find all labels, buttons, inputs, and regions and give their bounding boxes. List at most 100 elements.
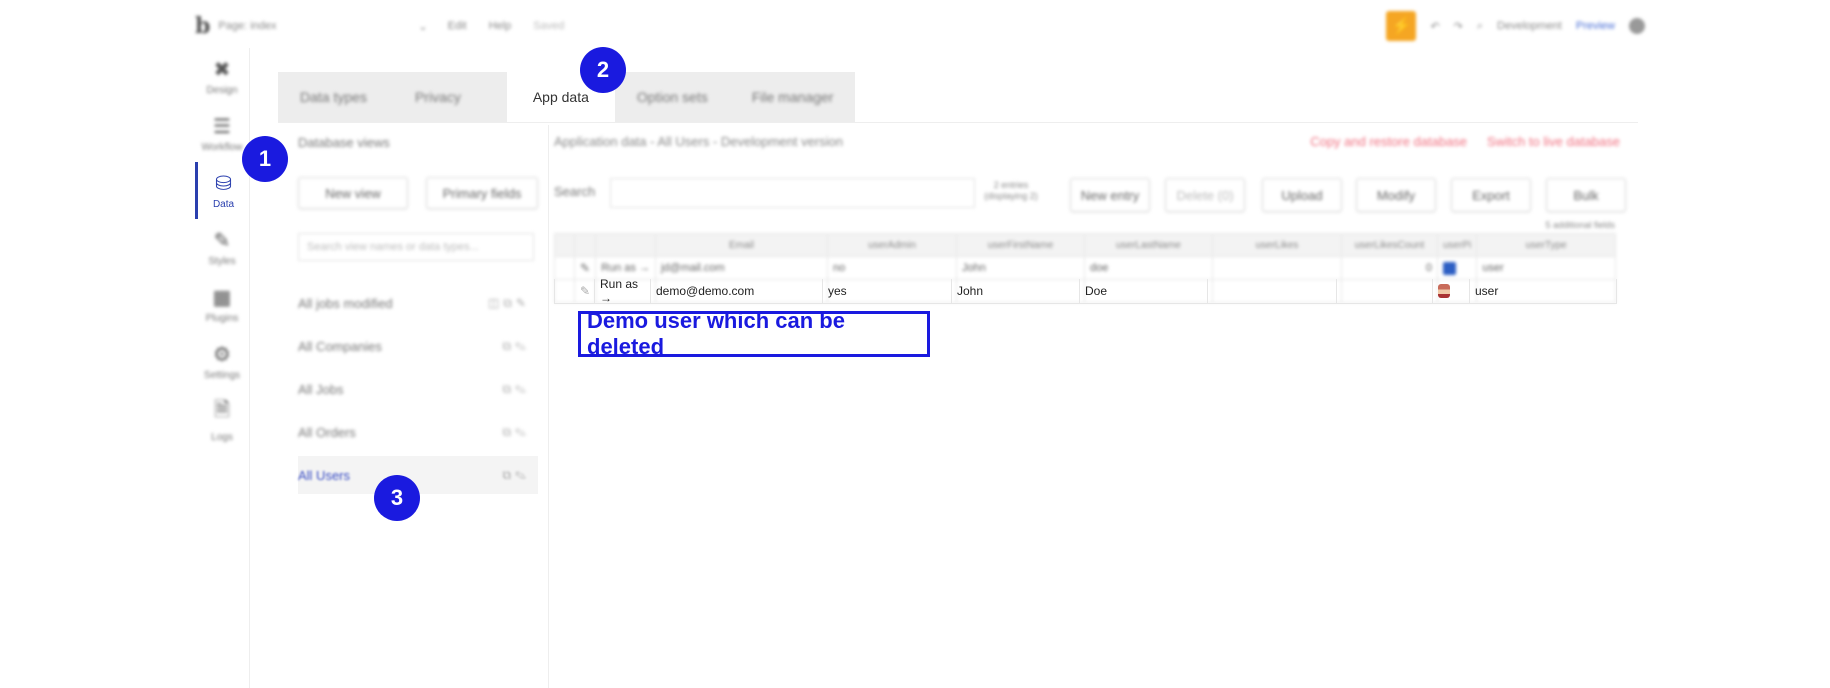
new-view-button[interactable]: New view xyxy=(298,177,408,209)
chevron-down-icon[interactable]: ⌄ xyxy=(418,20,427,33)
view-item[interactable]: All Orders ⧉✎ xyxy=(298,413,538,451)
view-actions-icon[interactable]: ⧉✎ xyxy=(502,425,530,440)
cell-first-name[interactable]: John xyxy=(955,256,1085,280)
switch-live-link[interactable]: Switch to live database xyxy=(1487,134,1620,149)
top-bar: b Page: index ⌄ Edit Help Saved ⚡ ↶ ↷ ⌕ … xyxy=(195,10,1645,42)
edit-menu[interactable]: Edit xyxy=(448,20,467,32)
cell-likes[interactable] xyxy=(1208,279,1337,303)
column-header[interactable]: userAdmin xyxy=(826,233,957,257)
bolt-icon[interactable]: ⚡ xyxy=(1386,11,1417,41)
environment-selector[interactable]: Development xyxy=(1497,20,1562,32)
tab-data-types[interactable]: Data types xyxy=(278,72,389,122)
cell-first-name[interactable]: John xyxy=(952,279,1080,303)
rail-item-label: Data xyxy=(212,199,235,210)
redo-icon[interactable]: ↷ xyxy=(1454,20,1463,33)
view-label: All Orders xyxy=(298,424,356,440)
rail-item-label: Styles xyxy=(208,256,236,267)
rail-item-logs[interactable]: 🗎 Logs xyxy=(195,390,249,447)
cell-likes-count[interactable] xyxy=(1337,279,1433,303)
upload-button[interactable]: Upload xyxy=(1262,178,1342,212)
row-checkbox[interactable] xyxy=(554,256,575,280)
view-item[interactable]: All jobs modified ◫⧉✎ xyxy=(298,284,538,322)
column-header[interactable]: userLikes xyxy=(1211,233,1342,257)
data-tabs: Data types Privacy App data Option sets … xyxy=(278,72,856,122)
page-selector[interactable]: Page: index xyxy=(218,20,418,32)
cell-likes[interactable] xyxy=(1211,256,1342,280)
view-item[interactable]: All Jobs ⧉✎ xyxy=(298,370,538,408)
column-header[interactable]: userLastName xyxy=(1083,233,1213,257)
tab-privacy[interactable]: Privacy xyxy=(389,72,507,122)
select-all-checkbox[interactable] xyxy=(554,233,575,257)
view-actions-icon[interactable]: ⧉✎ xyxy=(502,339,530,354)
view-actions-icon[interactable]: ⧉✎ xyxy=(502,382,530,397)
view-actions-icon[interactable]: ⧉✎ xyxy=(502,468,530,483)
rail-item-plugins[interactable]: ▦ Plugins xyxy=(195,276,249,333)
avatar[interactable] xyxy=(1629,18,1645,34)
save-status: Saved xyxy=(533,20,565,32)
new-entry-button[interactable]: New entry xyxy=(1070,178,1150,212)
primary-fields-button[interactable]: Primary fields xyxy=(426,177,538,209)
view-actions-icon[interactable]: ◫⧉✎ xyxy=(488,296,530,311)
cell-email[interactable]: jd@mail.com xyxy=(654,256,828,280)
column-header[interactable]: userFirstName xyxy=(955,233,1085,257)
delete-button[interactable]: Delete (0) xyxy=(1165,178,1245,212)
bulk-button[interactable]: Bulk xyxy=(1546,178,1626,212)
rail-item-label: Design xyxy=(206,85,238,96)
undo-icon[interactable]: ↶ xyxy=(1430,20,1439,33)
page-title: Application data - All Users - Developme… xyxy=(554,134,844,149)
view-search-input[interactable]: Search view names or data types... xyxy=(298,233,534,261)
database-links: Copy and restore database Switch to live… xyxy=(1310,134,1620,149)
bubble-logo-icon[interactable]: b xyxy=(195,13,210,39)
search-icon[interactable]: ⌕ xyxy=(1477,20,1483,33)
view-label: All Jobs xyxy=(298,381,344,397)
cell-admin[interactable]: no xyxy=(826,256,957,280)
column-header[interactable]: userType xyxy=(1476,233,1616,257)
tab-file-manager[interactable]: File manager xyxy=(730,72,856,122)
column-header[interactable]: Email xyxy=(654,233,828,257)
tab-option-sets[interactable]: Option sets xyxy=(615,72,730,122)
rail-item-data[interactable]: ⛁ Data xyxy=(195,162,249,219)
cell-last-name[interactable]: doe xyxy=(1083,256,1213,280)
search-label: Search xyxy=(554,184,596,199)
edit-pencil-icon[interactable]: ✎ xyxy=(575,279,595,303)
cell-email[interactable]: demo@demo.com xyxy=(651,279,823,303)
rail-item-workflow[interactable]: ☰ Workflow xyxy=(195,105,249,162)
cell-likes-count[interactable]: 0 xyxy=(1340,256,1438,280)
rail-item-label: Logs xyxy=(211,431,233,443)
column-header[interactable]: userPi xyxy=(1436,233,1478,257)
table-row-demo-user: ✎ Run as → demo@demo.com yes John Doe us… xyxy=(554,277,1617,305)
view-label: All Companies xyxy=(298,338,382,354)
cell-admin[interactable]: yes xyxy=(823,279,952,303)
run-as-link[interactable]: Run as → xyxy=(595,277,651,305)
help-menu[interactable]: Help xyxy=(489,20,512,32)
workflow-icon: ☰ xyxy=(213,116,231,138)
rail-item-settings[interactable]: ⚙ Settings xyxy=(195,333,249,390)
top-right-controls: ⚡ ↶ ↷ ⌕ Development Preview xyxy=(1386,10,1645,42)
panel-title: Database views xyxy=(298,135,390,150)
view-label: All jobs modified xyxy=(298,295,393,311)
preview-link[interactable]: Preview xyxy=(1576,20,1615,32)
rail-item-design[interactable]: ✖ Design xyxy=(195,48,249,105)
step-badge-2: 2 xyxy=(580,47,626,93)
cell-picture[interactable] xyxy=(1433,279,1470,303)
view-item[interactable]: All Companies ⧉✎ xyxy=(298,327,538,365)
column-header[interactable]: userLikesCount xyxy=(1340,233,1438,257)
database-icon: ⛁ xyxy=(215,173,232,195)
entries-count: 2 entries (displaying 2) xyxy=(984,180,1038,201)
cell-picture[interactable] xyxy=(1436,256,1478,280)
edit-pencil-icon[interactable]: ✎ xyxy=(573,256,597,280)
cell-type[interactable]: user xyxy=(1476,256,1616,280)
search-input[interactable] xyxy=(610,178,975,208)
cell-last-name[interactable]: Doe xyxy=(1080,279,1208,303)
left-rail: ✖ Design ☰ Workflow ⛁ Data ✎ Styles ▦ Pl… xyxy=(195,48,250,688)
picture-thumbnail xyxy=(1442,261,1456,275)
copy-restore-link[interactable]: Copy and restore database xyxy=(1310,134,1467,149)
table-row: ✎ Run as → jd@mail.com no John doe 0 use… xyxy=(554,256,1616,280)
header-cell xyxy=(573,233,597,257)
logs-icon: 🗎 xyxy=(213,398,231,421)
cell-type[interactable]: user xyxy=(1470,279,1617,303)
tab-divider xyxy=(278,122,1638,123)
modify-button[interactable]: Modify xyxy=(1356,178,1436,212)
rail-item-styles[interactable]: ✎ Styles xyxy=(195,219,249,276)
export-button[interactable]: Export xyxy=(1451,178,1531,212)
